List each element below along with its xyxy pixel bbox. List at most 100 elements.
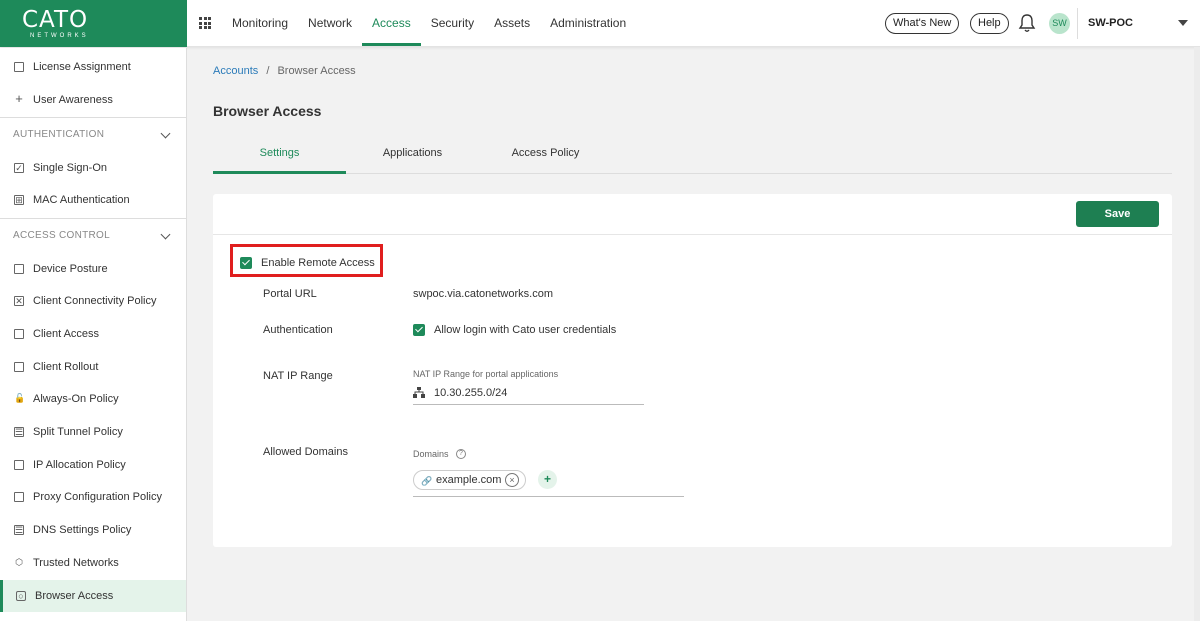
logo-subtext: NETWORKS [30,33,89,39]
sidebar-item-label: MAC Authentication [33,194,130,206]
sidebar-item-trusted-networks[interactable]: ⬡ Trusted Networks [0,547,186,579]
sidebar-item-label: Client Connectivity Policy [33,295,157,307]
save-button[interactable]: Save [1076,201,1159,227]
breadcrumb-separator: / [266,65,270,77]
sidebar-item-label: IP Allocation Policy [33,459,126,471]
plus-icon: + [15,91,23,106]
sidebar-item-dns-settings-policy[interactable]: ☰ DNS Settings Policy [0,514,186,546]
enable-remote-access-label[interactable]: Enable Remote Access [261,257,375,269]
breadcrumb-accounts-link[interactable]: Accounts [213,65,258,77]
sidebar-item-proxy-configuration-policy[interactable]: Proxy Configuration Policy [0,481,186,513]
allowed-domains-label: Allowed Domains [263,446,348,458]
whats-new-button[interactable]: What's New [885,13,960,34]
section-authentication[interactable]: AUTHENTICATION [0,117,186,151]
nav-assets[interactable]: Assets [484,0,540,47]
sidebar-item-device-posture[interactable]: Device Posture [0,253,186,285]
browser-icon: ○ [16,591,26,601]
enable-remote-access-checkbox[interactable] [240,257,252,269]
dns-icon: ☰ [14,525,24,535]
close-icon[interactable]: × [505,473,519,487]
nat-ip-range-field-label: NAT IP Range for portal applications [413,369,559,379]
window-icon [14,362,24,372]
sidebar-item-user-awareness[interactable]: + User Awareness [0,84,186,116]
sidebar-item-label: Proxy Configuration Policy [33,491,163,503]
nat-ip-range-underline [413,404,644,405]
allow-login-label[interactable]: Allow login with Cato user credentials [434,324,616,336]
sidebar-item-label: Device Posture [33,263,108,275]
cato-logo[interactable]: CATO NETWORKS [0,0,187,47]
sidebar-item-ip-allocation-policy[interactable]: IP Allocation Policy [0,449,186,481]
portal-url-value: swpoc.via.catonetworks.com [413,288,553,300]
bell-icon[interactable] [1018,13,1036,33]
domains-underline [413,496,684,497]
portal-url-label: Portal URL [263,288,317,300]
sidebar-item-label: Client Rollout [33,361,99,373]
chevron-down-icon[interactable] [1178,20,1188,26]
page-title: Browser Access [213,103,322,119]
nav-access[interactable]: Access [362,0,421,47]
nat-ip-range-input[interactable]: 10.30.255.0/24 [434,387,507,399]
grid-icon: ⊞ [14,195,24,205]
sidebar-item-always-on-policy[interactable]: 🔓 Always-On Policy [0,383,186,415]
sidebar-item-single-sign-on[interactable]: ✓ Single Sign-On [0,152,186,184]
window-icon [14,329,24,339]
breadcrumb: Accounts / Browser Access [213,65,356,77]
tab-bar: Settings Applications Access Policy [213,134,1172,174]
window-edge [1194,47,1200,621]
nav-network[interactable]: Network [298,0,362,47]
tab-applications[interactable]: Applications [346,134,479,173]
sidebar-item-browser-access[interactable]: ○ Browser Access [0,580,186,612]
sidebar-item-client-rollout[interactable]: Client Rollout [0,351,186,383]
sidebar-item-client-access[interactable]: Client Access [0,318,186,350]
nav-administration[interactable]: Administration [540,0,636,47]
link-icon: 🔗 [421,476,433,486]
check-square-icon: ✓ [14,163,24,173]
monitor-icon [14,264,24,274]
add-domain-button[interactable]: + [538,470,557,489]
lock-icon: 🔓 [14,393,26,403]
settings-card: Save Enable Remote Access Portal URL swp… [213,194,1172,547]
breadcrumb-current: Browser Access [277,65,356,77]
tab-access-policy[interactable]: Access Policy [479,134,612,173]
help-icon[interactable]: ? [456,449,466,459]
sidebar-item-label: Trusted Networks [33,557,119,569]
sidebar-item-label: Browser Access [35,590,114,602]
sidebar-item-label: DNS Settings Policy [33,524,132,536]
network-icon [413,387,425,398]
ip-icon [14,460,24,470]
cube-icon: ⬡ [15,557,23,567]
domains-field-label: Domains [413,449,449,459]
sidebar-item-label: User Awareness [33,94,113,106]
logo-text: CATO [22,7,89,33]
chevron-down-icon [160,128,171,139]
card-header: Save [213,194,1172,235]
sidebar-item-split-tunnel-policy[interactable]: ☰ Split Tunnel Policy [0,416,186,448]
sidebar-item-label: Always-On Policy [33,393,119,405]
account-name[interactable]: SW-POC [1088,17,1133,29]
main-nav: Monitoring Network Access Security Asset… [222,0,636,47]
domain-chip: 🔗 example.com × [413,470,526,490]
domain-chip-text: example.com [436,474,502,486]
help-button[interactable]: Help [970,13,1009,34]
sidebar-item-label: Single Sign-On [33,162,107,174]
sidebar-item-mac-authentication[interactable]: ⊞ MAC Authentication [0,184,186,216]
nav-monitoring[interactable]: Monitoring [222,0,298,47]
license-icon [14,62,24,72]
sidebar-item-label: Client Access [33,328,100,340]
proxy-icon [14,492,24,502]
tab-settings[interactable]: Settings [213,134,346,174]
nav-security[interactable]: Security [421,0,484,47]
sidebar-item-label: Split Tunnel Policy [33,426,123,438]
sidebar-item-label: License Assignment [33,61,131,73]
header-divider [1077,8,1078,39]
connectivity-icon: ✕ [14,296,24,306]
split-icon: ☰ [14,427,24,437]
section-access-control[interactable]: ACCESS CONTROL [0,218,186,252]
sidebar-item-client-connectivity-policy[interactable]: ✕ Client Connectivity Policy [0,285,186,317]
sidebar-item-license-assignment[interactable]: License Assignment [0,51,186,83]
sidebar: License Assignment + User Awareness AUTH… [0,48,187,621]
authentication-label: Authentication [263,324,333,336]
allow-login-checkbox[interactable] [413,324,425,336]
apps-grid-icon[interactable] [199,17,211,29]
avatar[interactable]: SW [1049,13,1070,34]
